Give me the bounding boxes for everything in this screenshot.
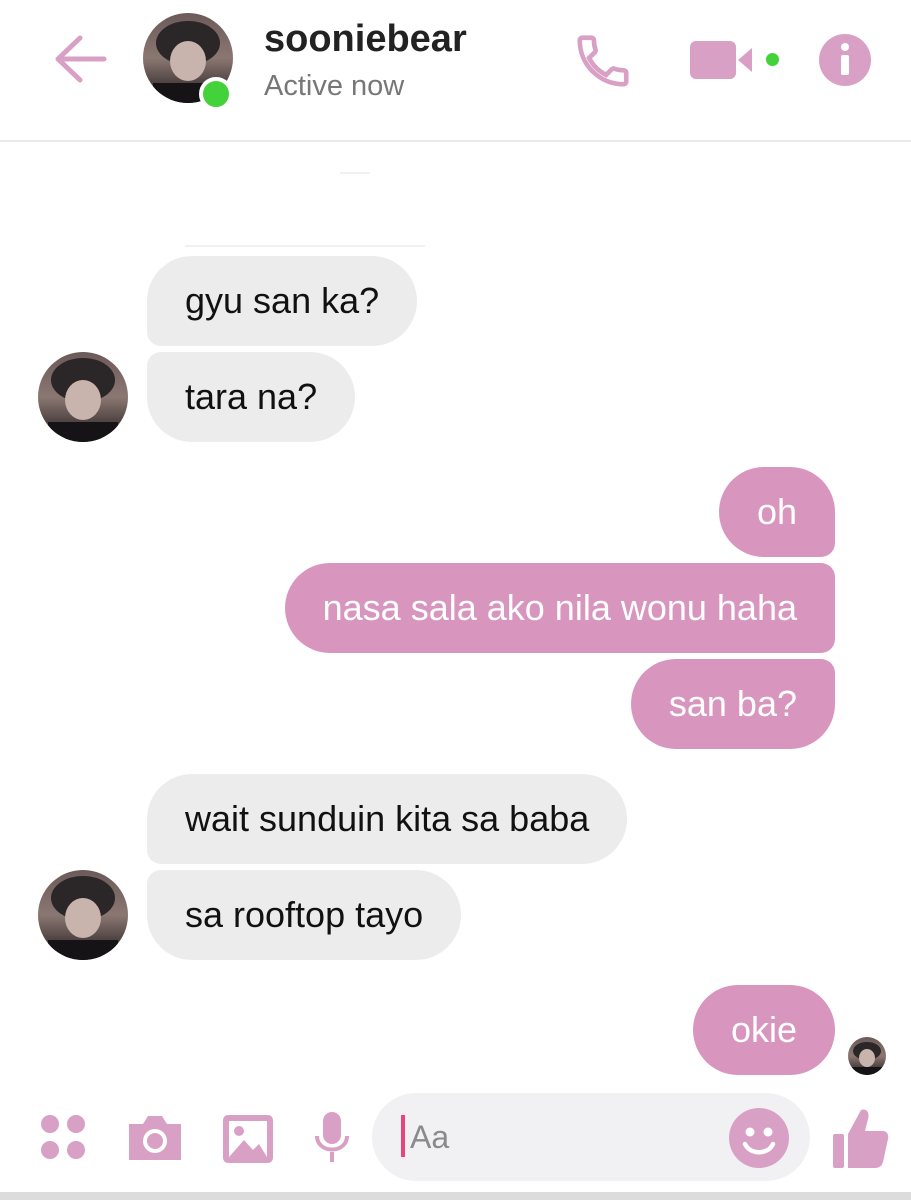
message-input-container[interactable] <box>372 1093 810 1181</box>
online-status-indicator <box>199 77 233 111</box>
sender-avatar[interactable] <box>38 870 128 960</box>
divider <box>340 172 370 174</box>
message-bubble-outgoing[interactable]: oh <box>718 467 835 557</box>
info-icon[interactable] <box>818 33 872 87</box>
message-bubble-incoming[interactable]: tara na? <box>147 352 356 442</box>
divider <box>185 245 425 247</box>
message-bubble-outgoing[interactable]: okie <box>692 985 835 1075</box>
text-cursor <box>401 1115 405 1157</box>
message-bubble-incoming[interactable]: sa rooftop tayo <box>147 870 462 960</box>
back-arrow-icon[interactable] <box>50 30 108 88</box>
message-input[interactable] <box>410 1093 710 1181</box>
thumbs-up-icon[interactable] <box>830 1106 890 1170</box>
message-bubble-outgoing[interactable]: nasa sala ako nila wonu haha <box>284 563 835 653</box>
gallery-icon[interactable] <box>220 1112 276 1166</box>
message-bubble-incoming[interactable]: wait sunduin kita sa baba <box>147 774 628 864</box>
camera-icon[interactable] <box>125 1112 185 1164</box>
seen-receipt-avatar <box>848 1037 886 1075</box>
chat-header: sooniebear Active now <box>0 0 911 142</box>
contact-name[interactable]: sooniebear <box>264 18 467 61</box>
video-camera-icon[interactable] <box>690 38 762 82</box>
more-options-icon[interactable] <box>38 1112 88 1162</box>
system-bottom-edge <box>0 1192 911 1200</box>
active-status: Active now <box>264 70 405 102</box>
emoji-icon[interactable] <box>728 1107 790 1169</box>
phone-icon[interactable] <box>572 30 634 92</box>
sender-avatar[interactable] <box>38 352 128 442</box>
message-bubble-outgoing[interactable]: san ba? <box>630 659 835 749</box>
video-available-dot <box>766 53 779 66</box>
microphone-icon[interactable] <box>314 1110 350 1168</box>
message-bubble-incoming[interactable]: gyu san ka? <box>147 256 418 346</box>
